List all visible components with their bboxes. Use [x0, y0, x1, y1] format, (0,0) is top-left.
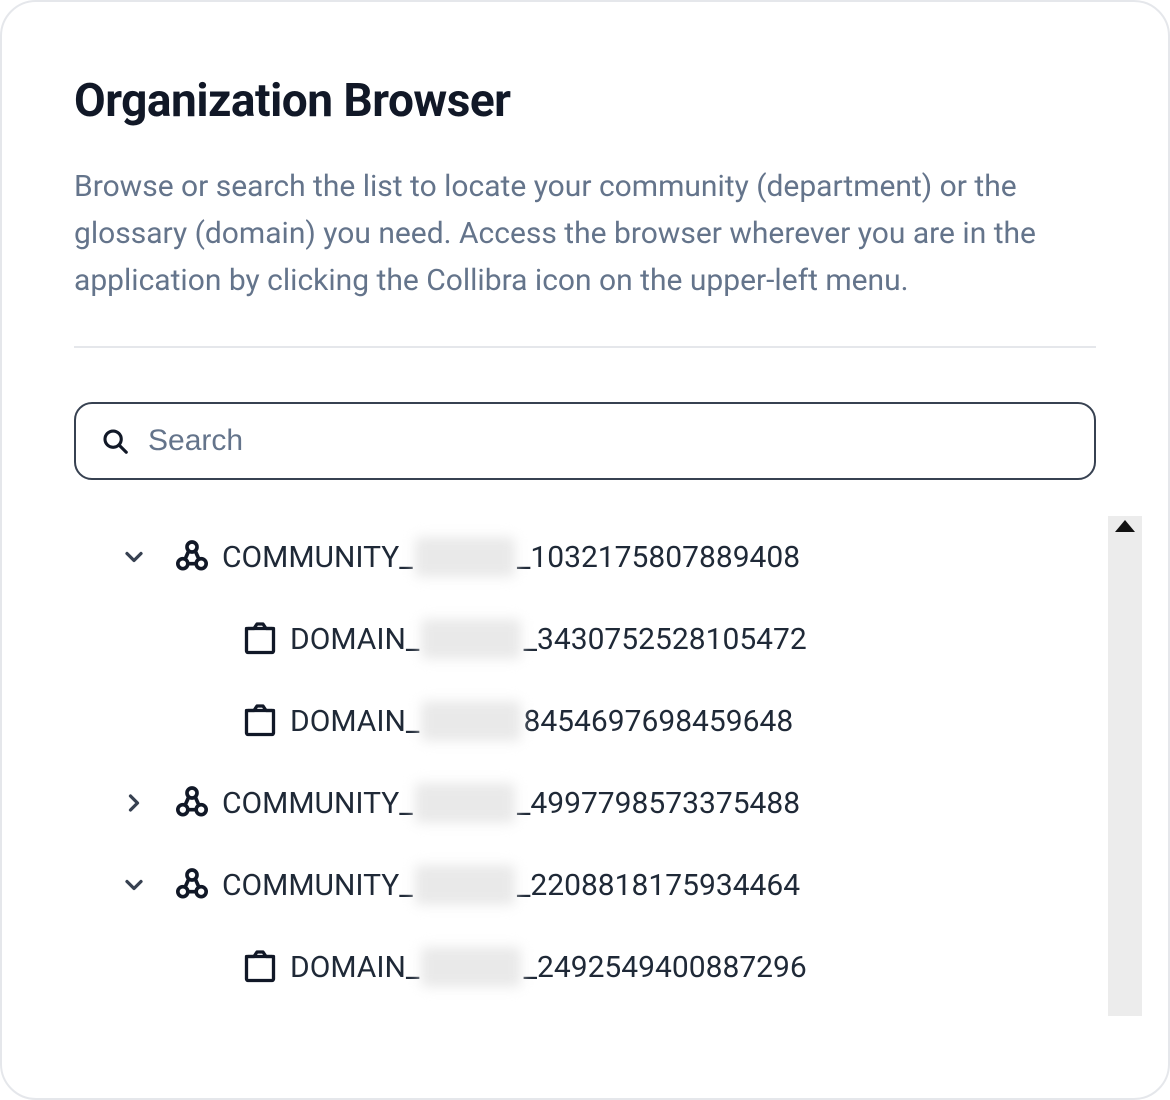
redacted-segment: [415, 783, 515, 823]
tree-container: COMMUNITY_ _1032175807889408 DOMAIN_ _34307…: [74, 516, 1096, 1008]
org-browser-card: Organization Browser Browse or search th…: [0, 0, 1170, 1100]
community-icon: [162, 537, 222, 577]
label-prefix: DOMAIN_: [290, 704, 419, 739]
label-suffix: _3430752528105472: [523, 622, 806, 657]
redacted-segment: [421, 619, 521, 659]
tree-item-label: COMMUNITY_ _4997798573375488: [222, 783, 800, 823]
tree-item-label: DOMAIN_ 8454697698459648: [290, 701, 793, 741]
tree-community-row[interactable]: COMMUNITY_ _2208818175934464: [106, 844, 1096, 926]
redacted-segment: [421, 701, 521, 741]
tree-community-row[interactable]: COMMUNITY_ _1032175807889408: [106, 516, 1096, 598]
label-suffix: _2208818175934464: [517, 868, 800, 903]
label-suffix: _1032175807889408: [517, 540, 800, 575]
domain-icon: [230, 621, 290, 657]
search-icon: [100, 426, 130, 456]
tree-item-label: COMMUNITY_ _1032175807889408: [222, 537, 800, 577]
label-suffix: 8454697698459648: [523, 704, 793, 739]
label-suffix: _2492549400887296: [523, 950, 806, 985]
label-suffix: _4997798573375488: [517, 786, 800, 821]
tree: COMMUNITY_ _1032175807889408 DOMAIN_ _34307…: [74, 516, 1096, 1008]
label-prefix: COMMUNITY_: [222, 540, 413, 575]
domain-icon: [230, 703, 290, 739]
page-description: Browse or search the list to locate your…: [74, 164, 1096, 304]
domain-icon: [230, 949, 290, 985]
redacted-segment: [421, 947, 521, 987]
tree-domain-row[interactable]: DOMAIN_ 8454697698459648: [106, 680, 1096, 762]
scroll-up-arrow-icon[interactable]: [1115, 520, 1135, 532]
label-prefix: DOMAIN_: [290, 950, 419, 985]
community-icon: [162, 783, 222, 823]
label-prefix: COMMUNITY_: [222, 868, 413, 903]
label-prefix: DOMAIN_: [290, 622, 419, 657]
tree-item-label: DOMAIN_ _3430752528105472: [290, 619, 807, 659]
tree-domain-row[interactable]: DOMAIN_ _3430752528105472: [106, 598, 1096, 680]
chevron-right-icon[interactable]: [106, 789, 162, 817]
label-prefix: COMMUNITY_: [222, 786, 413, 821]
redacted-segment: [415, 865, 515, 905]
page-title: Organization Browser: [74, 74, 1096, 128]
search-input[interactable]: [148, 424, 1070, 458]
tree-item-label: DOMAIN_ _2492549400887296: [290, 947, 807, 987]
chevron-down-icon[interactable]: [106, 871, 162, 899]
divider: [74, 346, 1096, 348]
tree-item-label: COMMUNITY_ _2208818175934464: [222, 865, 800, 905]
community-icon: [162, 865, 222, 905]
search-box[interactable]: [74, 402, 1096, 480]
scrollbar[interactable]: [1108, 516, 1142, 1016]
tree-domain-row[interactable]: DOMAIN_ _2492549400887296: [106, 926, 1096, 1008]
redacted-segment: [415, 537, 515, 577]
tree-community-row[interactable]: COMMUNITY_ _4997798573375488: [106, 762, 1096, 844]
chevron-down-icon[interactable]: [106, 543, 162, 571]
